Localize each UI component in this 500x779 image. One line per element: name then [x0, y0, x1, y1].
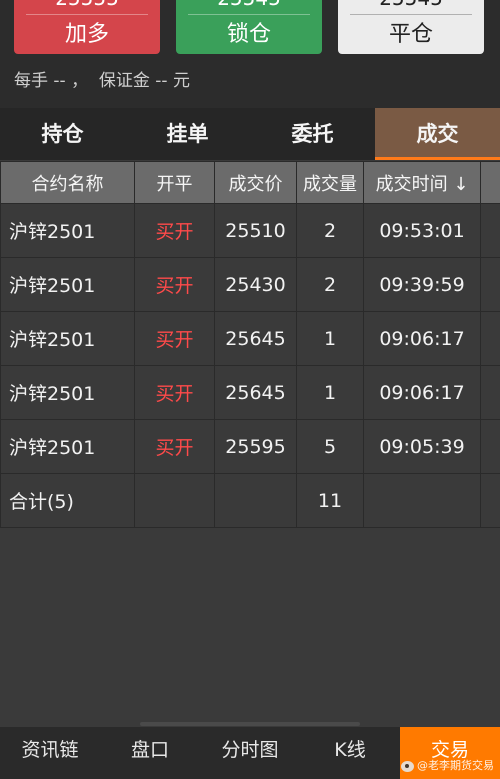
header-contract-name[interactable]: 合约名称 [0, 161, 135, 204]
nav-intraday-chart[interactable]: 分时图 [200, 727, 300, 779]
header-trade-volume[interactable]: 成交量 [296, 161, 364, 204]
header-trade-time[interactable]: 成交时间 ↓ [363, 161, 481, 204]
cell-open-close: 买开 [134, 257, 215, 312]
weibo-icon [401, 760, 414, 772]
tab-orders[interactable]: 委托 [250, 108, 375, 160]
home-indicator [140, 722, 360, 726]
cell-contract-name: 沪锌2501 [0, 203, 135, 258]
lock-price: 25545 [176, 0, 322, 10]
cell-contract-name: 沪锌2501 [0, 257, 135, 312]
cell-filler [480, 419, 500, 474]
cell-filler [480, 365, 500, 420]
cell-open-close: 买开 [134, 203, 215, 258]
cell-trade-volume: 5 [296, 419, 364, 474]
cell-trade-price: 25595 [214, 419, 297, 474]
cell-open-close: 买开 [134, 419, 215, 474]
cell-trade-volume: 2 [296, 257, 364, 312]
cell-trade-time: 09:05:39 [363, 419, 481, 474]
nav-order-book[interactable]: 盘口 [100, 727, 200, 779]
total-label: 合计(5) [0, 473, 135, 528]
cell-empty [214, 473, 297, 528]
cell-open-close: 买开 [134, 365, 215, 420]
cell-trade-price: 25430 [214, 257, 297, 312]
cell-filler [480, 203, 500, 258]
cell-trade-price: 25645 [214, 311, 297, 366]
cell-trade-price: 25645 [214, 365, 297, 420]
cell-trade-time: 09:06:17 [363, 365, 481, 420]
lock-position-button[interactable]: 25545 锁仓 [176, 0, 322, 54]
cell-open-close: 买开 [134, 311, 215, 366]
watermark-text: @老李期货交易 [417, 759, 494, 772]
cell-filler [480, 311, 500, 366]
margin-info: 每手 -- ， 保证金 -- 元 [14, 71, 190, 91]
add-long-price: 25555 [14, 0, 160, 10]
button-divider [350, 14, 472, 15]
cell-contract-name: 沪锌2501 [0, 419, 135, 474]
close-position-button[interactable]: 25545 平仓 [338, 0, 484, 54]
header-open-close[interactable]: 开平 [134, 161, 215, 204]
button-divider [188, 14, 310, 15]
header-filler [480, 161, 500, 204]
watermark: @老李期货交易 [401, 757, 494, 775]
cell-filler [480, 257, 500, 312]
tab-trades[interactable]: 成交 [375, 108, 500, 160]
cell-trade-price: 25510 [214, 203, 297, 258]
button-divider [26, 14, 148, 15]
add-long-button[interactable]: 25555 加多 [14, 0, 160, 54]
total-volume: 11 [296, 473, 364, 528]
add-long-label: 加多 [64, 22, 109, 47]
close-price: 25545 [338, 0, 484, 10]
table-row[interactable]: 沪锌2501 买开 25645 1 09:06:17 [0, 365, 500, 420]
cell-trade-time: 09:53:01 [363, 203, 481, 258]
trades-table: 合约名称 开平 成交价 成交量 成交时间 ↓ 沪锌2501 买开 25510 2… [0, 161, 500, 528]
cell-trade-volume: 2 [296, 203, 364, 258]
table-row[interactable]: 沪锌2501 买开 25595 5 09:05:39 [0, 419, 500, 474]
trade-tabs: 持仓 挂单 委托 成交 [0, 108, 500, 160]
tab-pending-orders[interactable]: 挂单 [125, 108, 250, 160]
cell-trade-volume: 1 [296, 365, 364, 420]
table-row[interactable]: 沪锌2501 买开 25645 1 09:06:17 [0, 311, 500, 366]
table-header-row: 合约名称 开平 成交价 成交量 成交时间 ↓ [0, 161, 500, 204]
lock-label: 锁仓 [226, 22, 271, 47]
tab-positions[interactable]: 持仓 [0, 108, 125, 160]
cell-trade-time: 09:39:59 [363, 257, 481, 312]
cell-trade-volume: 1 [296, 311, 364, 366]
table-row[interactable]: 沪锌2501 买开 25510 2 09:53:01 [0, 203, 500, 258]
trade-action-area: 25555 加多 25545 锁仓 25545 平仓 每手 -- ， 保证金 -… [0, 0, 500, 108]
table-row[interactable]: 沪锌2501 买开 25430 2 09:39:59 [0, 257, 500, 312]
header-trade-price[interactable]: 成交价 [214, 161, 297, 204]
cell-contract-name: 沪锌2501 [0, 311, 135, 366]
nav-news-chain[interactable]: 资讯链 [0, 727, 100, 779]
cell-empty [363, 473, 481, 528]
table-total-row: 合计(5) 11 [0, 473, 500, 528]
cell-contract-name: 沪锌2501 [0, 365, 135, 420]
cell-filler [480, 473, 500, 528]
close-label: 平仓 [388, 22, 433, 47]
nav-kline[interactable]: K线 [300, 727, 400, 779]
cell-trade-time: 09:06:17 [363, 311, 481, 366]
cell-empty [134, 473, 215, 528]
